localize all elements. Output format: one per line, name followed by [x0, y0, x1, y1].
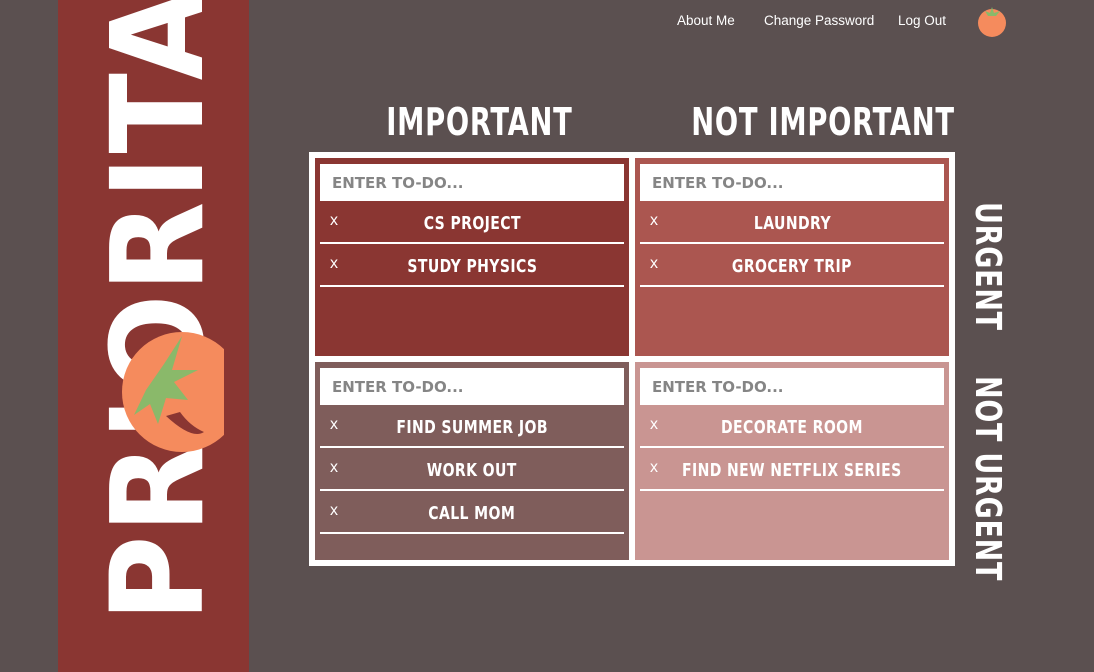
todo-item-label: CS PROJECT — [423, 213, 521, 234]
todo-item: x STUDY PHYSICS — [320, 246, 624, 287]
nav-change-password-link[interactable]: Change Password — [764, 13, 874, 28]
todo-item-label: LAUNDRY — [753, 213, 831, 234]
nav-about-link[interactable]: About Me — [677, 13, 735, 28]
header-not-urgent: NOT URGENT — [967, 376, 1008, 582]
todo-item: x FIND NEW NETFLIX SERIES — [640, 450, 944, 491]
quadrant-not-urgent-not-important: x DECORATE ROOM x FIND NEW NETFLIX SERIE… — [635, 362, 949, 560]
quadrant-urgent-important: x CS PROJECT x STUDY PHYSICS — [315, 158, 629, 356]
todo-item-label: GROCERY TRIP — [732, 256, 852, 277]
todo-item: x DECORATE ROOM — [640, 407, 944, 448]
todo-item: x GROCERY TRIP — [640, 246, 944, 287]
app-logo-text: PRIORITAS — [83, 0, 233, 622]
header-not-important: NOT IMPORTANT — [691, 100, 955, 144]
priority-matrix: x CS PROJECT x STUDY PHYSICS x LAUNDRY x… — [309, 152, 955, 566]
sidebar-logo-panel: PRIORITAS — [58, 0, 249, 672]
logo-tomato-icon — [122, 332, 224, 452]
todo-item-label: STUDY PHYSICS — [406, 256, 538, 277]
quadrant-not-urgent-important: x FIND SUMMER JOB x WORK OUT x CALL MOM — [315, 362, 629, 560]
todo-item: x FIND SUMMER JOB — [320, 407, 624, 448]
tomato-icon[interactable] — [976, 4, 1008, 38]
quadrant-urgent-not-important: x LAUNDRY x GROCERY TRIP — [635, 158, 949, 356]
todo-input-q4[interactable] — [640, 368, 944, 405]
todo-item: x WORK OUT — [320, 450, 624, 491]
header-urgent: URGENT — [967, 202, 1008, 331]
todo-item-label: WORK OUT — [426, 460, 518, 481]
todo-item-label: CALL MOM — [428, 503, 516, 524]
todo-input-q2[interactable] — [640, 164, 944, 201]
header-important: IMPORTANT — [386, 100, 573, 144]
todo-item-label: FIND SUMMER JOB — [396, 417, 548, 438]
todo-item: x CS PROJECT — [320, 203, 624, 244]
todo-input-q3[interactable] — [320, 368, 624, 405]
todo-item-label: FIND NEW NETFLIX SERIES — [682, 460, 902, 481]
todo-input-q1[interactable] — [320, 164, 624, 201]
todo-item: x CALL MOM — [320, 493, 624, 534]
todo-item: x LAUNDRY — [640, 203, 944, 244]
nav-logout-link[interactable]: Log Out — [898, 13, 946, 28]
todo-item-label: DECORATE ROOM — [721, 417, 863, 438]
